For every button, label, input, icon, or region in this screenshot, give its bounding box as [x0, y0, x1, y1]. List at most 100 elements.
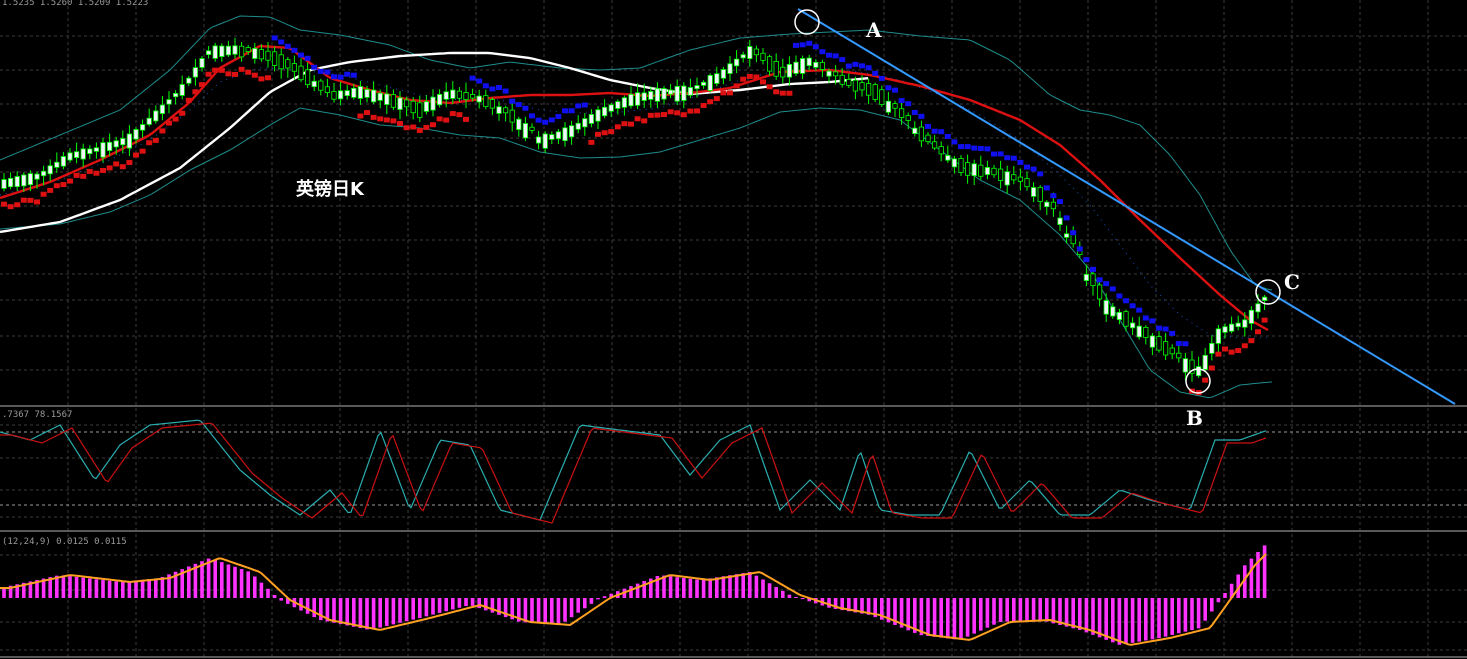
candle-body	[199, 58, 205, 68]
candle-body	[998, 168, 1004, 181]
candle-body	[859, 82, 865, 91]
macd-bar	[160, 577, 165, 598]
psar-dot	[713, 96, 720, 102]
annotation-label-b: B	[1186, 406, 1203, 430]
candle-body	[1083, 273, 1089, 281]
psar-dot	[674, 110, 681, 116]
macd-panel	[0, 545, 1267, 646]
psar-dot	[416, 127, 423, 133]
psar-dot	[245, 69, 252, 75]
psar-dot	[1004, 155, 1011, 161]
candle-body	[410, 100, 416, 114]
psar-dot	[971, 145, 978, 151]
candle-body	[54, 161, 60, 168]
candle-body	[819, 62, 826, 70]
macd-bar	[365, 598, 369, 630]
psar-dot	[509, 98, 516, 104]
psar-dot	[7, 204, 14, 210]
macd-bar	[1005, 598, 1009, 622]
psar-dot	[232, 71, 238, 77]
psar-dot	[1222, 346, 1228, 352]
psar-dot	[621, 121, 628, 127]
candle-body	[436, 94, 443, 106]
candle-body	[232, 45, 238, 55]
psar-dot	[608, 129, 615, 135]
candle-body	[734, 58, 740, 67]
macd-bar	[246, 571, 250, 598]
macd-bar	[1183, 598, 1188, 632]
candle-body	[370, 89, 377, 103]
candle-body	[582, 118, 588, 128]
chart-grid	[0, 0, 1467, 659]
psar-dot	[951, 139, 958, 145]
psar-dot	[700, 102, 707, 108]
candle-body	[1130, 322, 1136, 329]
forex-chart[interactable]: A B C 英镑日K	[0, 0, 1467, 659]
candle-body	[74, 151, 80, 158]
candle-body	[159, 104, 165, 114]
psar-dot	[522, 105, 529, 111]
psar-dot	[918, 113, 925, 119]
macd-bar	[1078, 598, 1082, 630]
macd-bar	[259, 582, 264, 598]
psar-dot	[581, 102, 588, 108]
stochastic-panel	[0, 419, 1467, 524]
macd-bar	[1058, 598, 1062, 625]
macd-bar	[1097, 598, 1102, 638]
annotation-label-a: A	[865, 18, 882, 42]
candle-body	[146, 117, 152, 125]
macd-bar	[668, 576, 673, 598]
candle-body	[252, 47, 258, 59]
psar-dot	[40, 191, 47, 197]
candle-body	[67, 152, 73, 161]
macd-bar	[596, 598, 600, 600]
psar-dot	[680, 112, 687, 118]
macd-bar	[226, 564, 231, 598]
macd-bar	[1177, 598, 1181, 634]
psar-dot	[1043, 185, 1050, 191]
candle-body	[93, 147, 99, 152]
psar-dot	[997, 151, 1004, 157]
macd-bar	[305, 598, 310, 614]
candle-body	[701, 81, 707, 86]
psar-dot	[463, 116, 469, 122]
psar-dot	[753, 74, 760, 80]
candle-body	[351, 87, 357, 98]
candle-body	[7, 177, 14, 188]
macd-bar	[576, 598, 580, 613]
macd-bar	[233, 566, 237, 598]
psar-dot	[106, 165, 113, 171]
candle-body	[463, 92, 469, 101]
candle-body	[1057, 217, 1063, 225]
macd-bar	[1117, 598, 1122, 645]
candle-body	[489, 99, 496, 109]
candle-body	[965, 162, 971, 176]
candle-body	[107, 141, 113, 151]
candle-body	[522, 123, 529, 139]
psar-dot	[958, 144, 964, 150]
macd-bar	[68, 576, 72, 598]
macd-bar	[827, 598, 831, 608]
bollinger-middle	[0, 67, 1272, 339]
psar-dot	[832, 53, 839, 59]
candle-body	[212, 45, 218, 59]
candle-body	[852, 79, 859, 92]
macd-bar	[1262, 545, 1267, 598]
psar-dot	[1, 201, 7, 207]
macd-bar	[352, 598, 356, 627]
candle-body	[318, 80, 324, 91]
macd-bar	[741, 573, 745, 598]
psar-dot	[410, 124, 417, 130]
candle-body	[1024, 178, 1030, 188]
psar-dot	[423, 124, 430, 130]
candle-body	[813, 61, 819, 68]
candle-body	[602, 106, 608, 117]
psar-dot	[1156, 325, 1162, 331]
candle-body	[905, 115, 911, 121]
psar-dot	[938, 129, 945, 135]
candle-body	[588, 114, 595, 124]
candle-body	[483, 95, 489, 107]
macd-bar	[424, 598, 429, 617]
psar-dot	[67, 178, 73, 184]
macd-bar	[1137, 598, 1141, 642]
